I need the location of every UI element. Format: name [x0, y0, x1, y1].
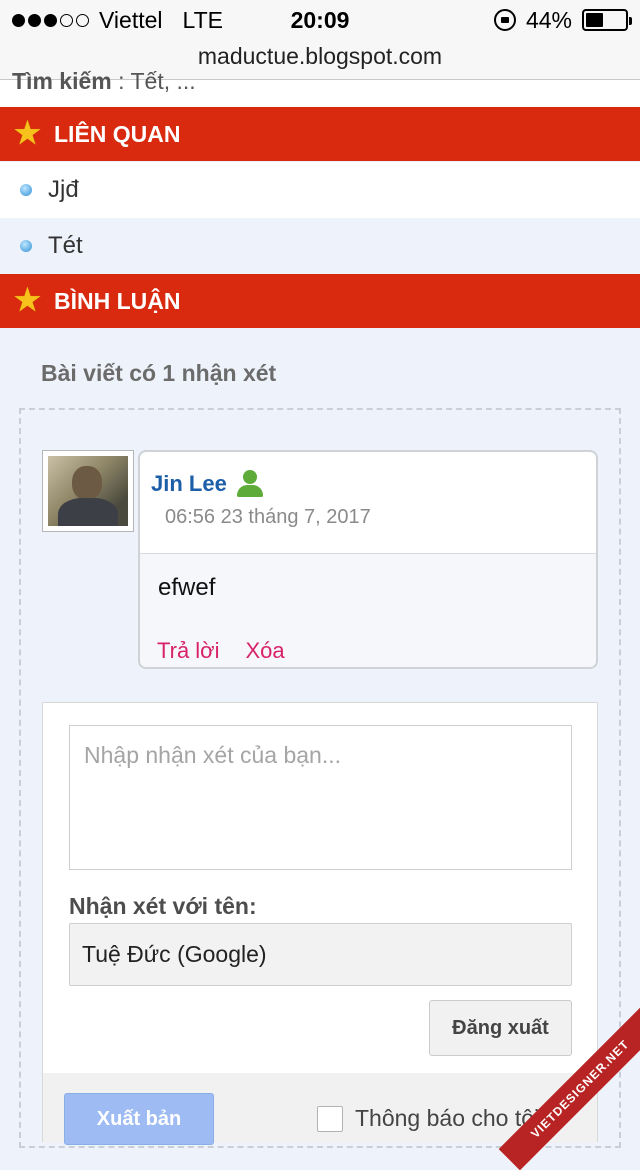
avatar[interactable] — [42, 450, 134, 532]
sign-out-button[interactable]: Đăng xuất — [429, 1000, 572, 1056]
battery-percent: 44% — [526, 7, 572, 34]
comment-author[interactable]: Jin Lee — [151, 470, 265, 498]
reply-link[interactable]: Trả lời — [157, 638, 220, 664]
avatar-image — [48, 456, 128, 526]
publish-button[interactable]: Xuất bản — [64, 1093, 214, 1145]
comment-count: Bài viết có 1 nhận xét — [41, 360, 276, 387]
delete-link[interactable]: Xóa — [246, 638, 285, 664]
notify-checkbox[interactable] — [317, 1106, 343, 1132]
related-item[interactable]: Jjđ — [0, 162, 640, 218]
comment-form: Nhận xét với tên: Tuệ Đức (Google) Đăng … — [42, 702, 598, 1142]
bullet-icon — [20, 240, 32, 252]
bullet-icon — [20, 184, 32, 196]
comments-header: ★ BÌNH LUẬN — [0, 274, 640, 328]
related-header-label: LIÊN QUAN — [54, 121, 181, 148]
name-label: Nhận xét với tên: — [69, 893, 257, 920]
search-summary: Tìm kiếm : Tết, ... — [12, 68, 196, 108]
rotation-lock-icon — [494, 9, 516, 31]
user-icon — [235, 470, 265, 498]
signal-strength-icon — [12, 14, 89, 27]
carrier-name: Viettel — [99, 7, 163, 34]
notify-label: Thông báo cho tôi — [355, 1105, 539, 1132]
related-item-label[interactable]: Tét — [48, 232, 83, 260]
comment-timestamp[interactable]: 06:56 23 tháng 7, 2017 — [165, 506, 371, 529]
search-value: : Tết, ... — [118, 68, 196, 94]
star-icon: ★ — [14, 286, 44, 316]
search-label: Tìm kiếm — [12, 68, 112, 94]
battery-icon — [582, 9, 628, 31]
notify-option[interactable]: Thông báo cho tôi — [317, 1105, 539, 1132]
star-icon: ★ — [14, 119, 44, 149]
related-item[interactable]: Tét — [0, 218, 640, 274]
comment-actions: Trả lời Xóa — [157, 638, 285, 664]
network-type: LTE — [183, 7, 223, 34]
related-header: ★ LIÊN QUAN — [0, 107, 640, 161]
comment-header: Jin Lee 06:56 23 tháng 7, 2017 — [140, 452, 596, 554]
identity-select[interactable]: Tuệ Đức (Google) — [69, 923, 572, 986]
comment-author-name[interactable]: Jin Lee — [151, 471, 227, 497]
comment-card: Jin Lee 06:56 23 tháng 7, 2017 efwef Trả… — [138, 450, 598, 669]
comment-body: efwef — [158, 574, 215, 602]
comment-input[interactable] — [69, 725, 572, 870]
related-item-label[interactable]: Jjđ — [48, 176, 79, 204]
status-bar: Viettel LTE 20:09 44% — [0, 0, 640, 40]
comments-header-label: BÌNH LUẬN — [54, 288, 181, 315]
